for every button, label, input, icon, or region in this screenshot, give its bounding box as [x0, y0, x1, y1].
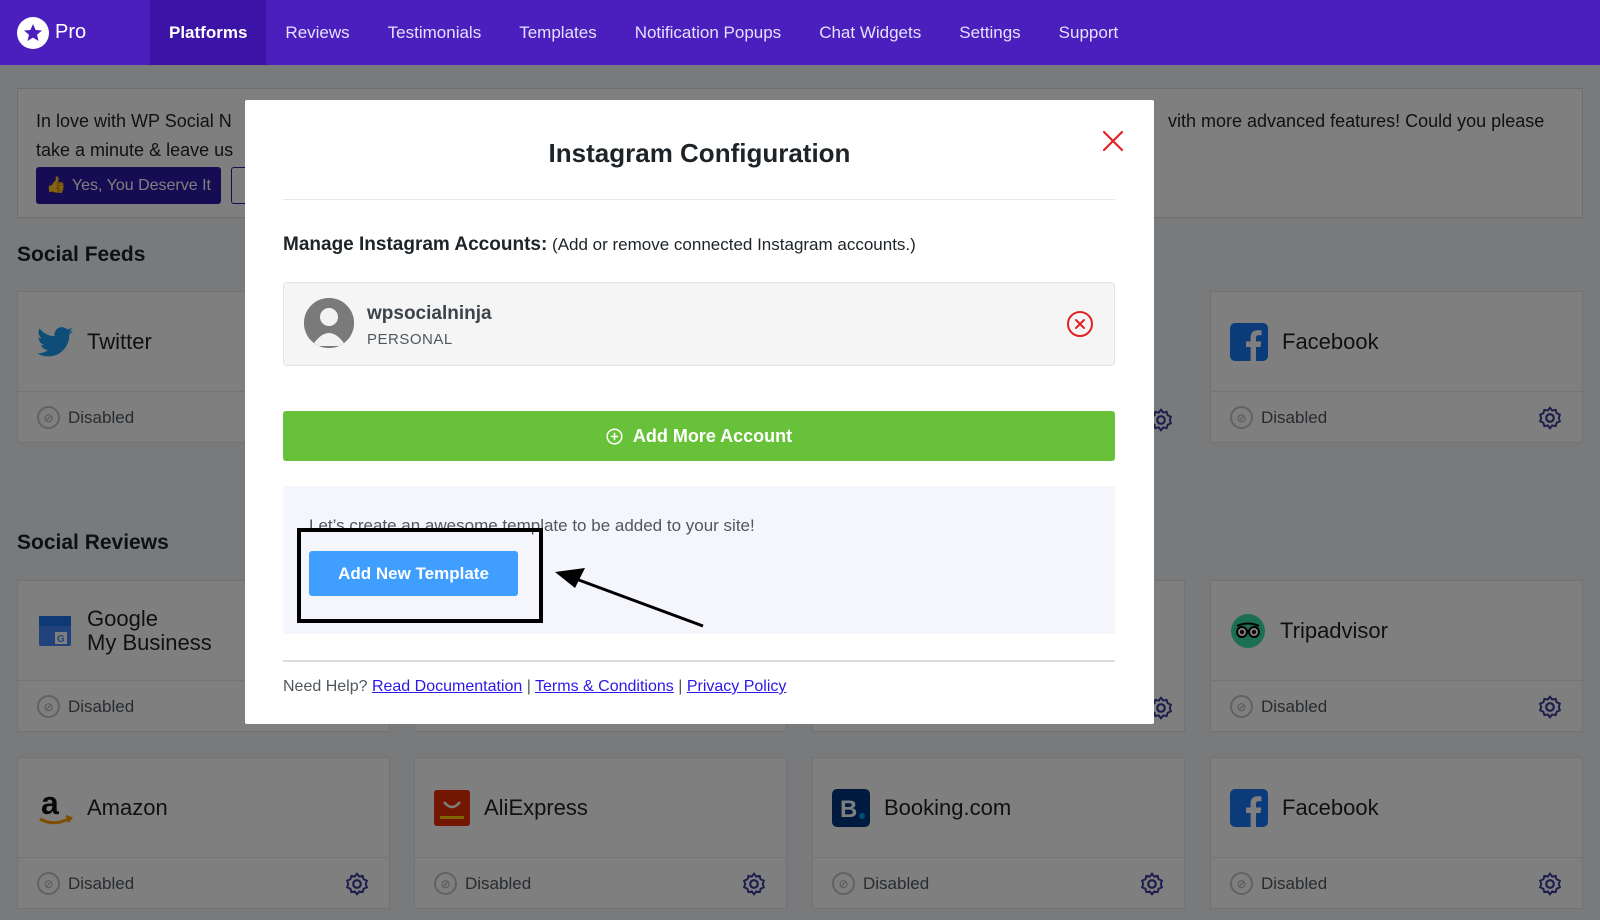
account-row: wpsocialninja PERSONAL	[283, 282, 1115, 366]
modal-title: Instagram Configuration	[548, 138, 851, 168]
read-documentation-link[interactable]: Read Documentation	[372, 678, 522, 695]
nav-chat-widgets[interactable]: Chat Widgets	[800, 0, 940, 65]
avatar	[304, 298, 354, 348]
brand[interactable]: Pro	[0, 0, 150, 65]
add-more-account-label: Add More Account	[632, 425, 793, 446]
help-prefix: Need Help?	[283, 678, 368, 695]
add-more-account-button[interactable]: Add More Account	[283, 411, 1115, 461]
divider	[283, 199, 1115, 200]
nav-reviews[interactable]: Reviews	[266, 0, 368, 65]
nav-settings[interactable]: Settings	[940, 0, 1039, 65]
help-links: Need Help? Read Documentation | Terms & …	[283, 678, 786, 696]
top-navbar: Pro Platforms Reviews Testimonials Templ…	[0, 0, 1600, 65]
link-separator: |	[526, 678, 531, 695]
account-username: wpsocialninja	[367, 303, 492, 324]
nav-notification-popups[interactable]: Notification Popups	[616, 0, 800, 65]
manage-accounts-title: Manage Instagram Accounts:	[283, 234, 548, 255]
main-nav: Platforms Reviews Testimonials Templates…	[150, 0, 1137, 65]
remove-account-icon[interactable]	[1066, 310, 1094, 338]
manage-accounts-hint: (Add or remove connected Instagram accou…	[552, 235, 916, 254]
privacy-policy-link[interactable]: Privacy Policy	[687, 678, 787, 695]
close-icon[interactable]	[1100, 128, 1126, 154]
nav-testimonials[interactable]: Testimonials	[369, 0, 501, 65]
terms-conditions-link[interactable]: Terms & Conditions	[535, 678, 674, 695]
template-section: Let’s create an awesome template to be a…	[283, 486, 1115, 634]
nav-support[interactable]: Support	[1040, 0, 1138, 65]
brand-name: Pro	[55, 21, 87, 43]
nav-platforms[interactable]: Platforms	[150, 0, 267, 65]
brand-logo-icon	[17, 16, 49, 49]
link-separator: |	[678, 678, 683, 695]
nav-templates[interactable]: Templates	[500, 0, 615, 65]
plus-circle-icon	[606, 427, 623, 445]
annotation-arrow-icon	[555, 568, 704, 628]
instagram-config-modal: Instagram Configuration Manage Instagram…	[245, 100, 1154, 724]
manage-accounts-label: Manage Instagram Accounts: (Add or remov…	[283, 234, 916, 256]
account-type: PERSONAL	[367, 331, 453, 348]
footer-divider	[283, 660, 1115, 662]
